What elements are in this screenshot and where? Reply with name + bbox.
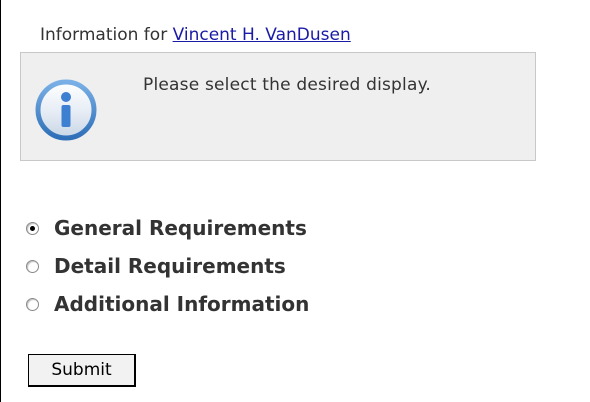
option-general-requirements[interactable]: General Requirements — [26, 209, 309, 247]
info-prefix: Information for — [40, 25, 168, 45]
option-additional-information[interactable]: Additional Information — [26, 285, 309, 323]
additional-information-radio[interactable] — [26, 297, 39, 311]
general-requirements-radio[interactable] — [26, 221, 39, 235]
display-options: General Requirements Detail Requirements… — [26, 209, 309, 323]
option-detail-requirements[interactable]: Detail Requirements — [26, 247, 309, 285]
general-requirements-label: General Requirements — [54, 216, 307, 240]
page-border — [0, 0, 1, 402]
info-header: Information for Vincent H. VanDusen — [40, 25, 351, 45]
info-icon — [35, 79, 97, 141]
submit-button[interactable]: Submit — [28, 354, 136, 387]
notice-message: Please select the desired display. — [143, 75, 432, 95]
detail-requirements-label: Detail Requirements — [54, 254, 286, 278]
notice-box: Please select the desired display. — [20, 52, 536, 161]
person-link[interactable]: Vincent H. VanDusen — [173, 25, 351, 45]
detail-requirements-radio[interactable] — [26, 259, 39, 273]
additional-information-label: Additional Information — [54, 292, 310, 316]
